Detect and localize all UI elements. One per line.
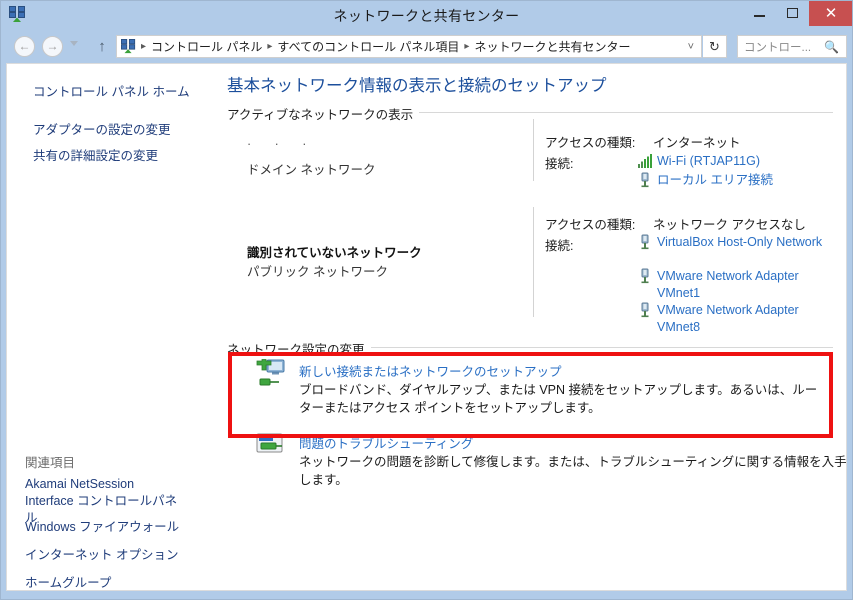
action-link-troubleshoot[interactable]: 問題のトラブルシューティング	[299, 433, 473, 452]
refresh-button[interactable]: ↻	[703, 35, 727, 58]
sidebar-related-header: 関連項目	[25, 456, 76, 470]
action-link-setup-new-connection[interactable]: 新しい接続またはネットワークのセットアップ	[299, 361, 562, 380]
connection-link-vmnet8[interactable]: VMware Network Adapter VMnet8	[657, 302, 837, 336]
window-title: ネットワークと共有センター	[333, 8, 520, 24]
maximize-icon	[787, 8, 798, 18]
connection-link-lan[interactable]: ローカル エリア接続	[657, 172, 773, 189]
window-controls: ✕	[743, 0, 853, 26]
connections-label: 接続:	[545, 239, 574, 253]
sidebar-item-internet-options[interactable]: インターネット オプション	[25, 544, 178, 563]
network-name: ドメイン ネットワーク	[247, 163, 376, 177]
sidebar: コントロール パネル ホーム アダプターの設定の変更 共有の詳細設定の変更 関連…	[7, 64, 215, 590]
new-connection-icon	[255, 359, 289, 389]
access-type-label: アクセスの種類:	[545, 218, 636, 232]
breadcrumb[interactable]: ▸ コントロール パネル ▸ すべてのコントロール パネル項目 ▸ ネットワーク…	[116, 35, 702, 58]
ethernet-icon	[637, 172, 653, 188]
breadcrumb-item-all-items[interactable]: すべてのコントロール パネル項目	[277, 38, 459, 55]
search-icon: 🔍	[824, 39, 839, 54]
section-label-active-networks: アクティブなネットワークの表示	[227, 104, 420, 123]
breadcrumb-separator: ▸	[141, 41, 147, 52]
back-button[interactable]: ←	[14, 36, 35, 57]
network-sharing-center-window: ネットワークと共有センター ✕ ← → ↑ ▸ コントロール パネル ▸ すべて…	[0, 0, 853, 600]
breadcrumb-separator: ▸	[464, 41, 470, 52]
breadcrumb-icon	[121, 39, 136, 54]
up-button[interactable]: ↑	[94, 38, 110, 56]
sidebar-item-windows-firewall[interactable]: Windows ファイアウォール	[25, 516, 179, 535]
sidebar-item-change-advanced-sharing[interactable]: 共有の詳細設定の変更	[33, 145, 158, 164]
section-label-change-settings: ネットワーク設定の変更	[227, 339, 371, 358]
recent-locations-icon[interactable]	[70, 41, 78, 46]
forward-icon: →	[46, 39, 59, 53]
action-description: ネットワークの問題を診断して修復します。または、トラブルシューティングに関する情…	[299, 455, 847, 487]
address-bar: ← → ↑ ▸ コントロール パネル ▸ すべてのコントロール パネル項目 ▸ …	[6, 30, 847, 62]
section-rule-change-settings	[339, 347, 833, 348]
sidebar-item-homegroup[interactable]: ホームグループ	[25, 572, 111, 590]
sidebar-item-change-adapter-settings[interactable]: アダプターの設定の変更	[33, 119, 171, 138]
troubleshoot-icon	[255, 431, 289, 461]
content-area: コントロール パネル ホーム アダプターの設定の変更 共有の詳細設定の変更 関連…	[6, 63, 847, 591]
minimize-button[interactable]	[743, 0, 776, 26]
title-bar: ネットワークと共有センター ✕	[0, 0, 853, 30]
breadcrumb-item-control-panel[interactable]: コントロール パネル	[151, 38, 262, 55]
minimize-icon	[754, 15, 765, 17]
page-title: 基本ネットワーク情報の表示と接続のセットアップ	[227, 77, 607, 95]
connections-label: 接続:	[545, 157, 574, 171]
connection-link-virtualbox[interactable]: VirtualBox Host-Only Network	[657, 234, 827, 251]
breadcrumb-separator: ▸	[267, 41, 273, 52]
search-placeholder: コントロー...	[744, 41, 812, 54]
ethernet-icon	[637, 234, 653, 250]
network-divider	[533, 119, 534, 181]
network-profile: パブリック ネットワーク	[247, 265, 388, 279]
ethernet-icon	[637, 302, 653, 318]
connection-link-wifi[interactable]: Wi-Fi (RTJAP11G)	[657, 153, 760, 170]
up-arrow-icon: ↑	[98, 38, 106, 55]
maximize-button[interactable]	[776, 0, 809, 26]
refresh-icon: ↻	[709, 39, 720, 54]
main-pane: 基本ネットワーク情報の表示と接続のセットアップ アクティブなネットワークの表示 …	[215, 64, 846, 590]
access-type-value: インターネット	[653, 136, 741, 150]
action-description: ブロードバンド、ダイヤルアップ、または VPN 接続をセットアップします。あるい…	[299, 383, 818, 415]
back-icon: ←	[18, 39, 31, 53]
network-divider	[533, 207, 534, 317]
search-input[interactable]: コントロー... 🔍	[737, 35, 847, 58]
access-type-value: ネットワーク アクセスなし	[653, 218, 806, 232]
sidebar-item-control-panel-home[interactable]: コントロール パネル ホーム	[33, 81, 190, 100]
breadcrumb-dropdown-icon[interactable]: ˅	[688, 41, 701, 53]
close-icon: ✕	[824, 4, 838, 22]
ethernet-icon	[637, 268, 653, 284]
section-rule-active-networks	[363, 112, 833, 113]
connection-link-vmnet1[interactable]: VMware Network Adapter VMnet1	[657, 268, 837, 302]
access-type-label: アクセスの種類:	[545, 136, 636, 150]
close-button[interactable]: ✕	[809, 0, 853, 26]
wifi-signal-icon	[637, 153, 653, 169]
breadcrumb-item-current[interactable]: ネットワークと共有センター	[474, 38, 630, 55]
network-name: 識別されていないネットワーク	[247, 246, 422, 260]
forward-button[interactable]: →	[42, 36, 63, 57]
network-icon-placeholder: · · ·	[247, 137, 317, 151]
